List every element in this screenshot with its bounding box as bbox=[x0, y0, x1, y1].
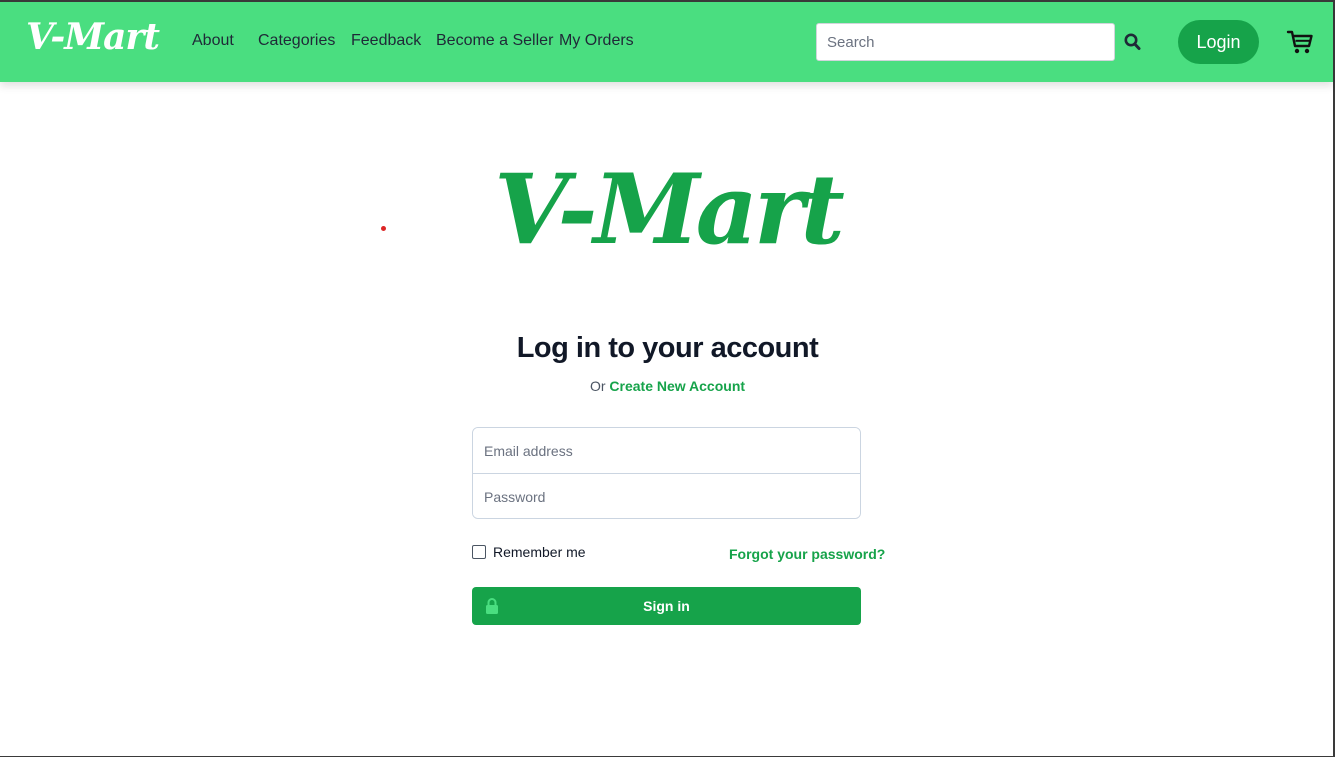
nav-link-feedback[interactable]: Feedback bbox=[351, 32, 421, 50]
page-title: Log in to your account bbox=[516, 332, 819, 364]
remember-me[interactable]: Remember me bbox=[472, 544, 586, 560]
sign-in-label: Sign in bbox=[643, 598, 690, 614]
create-account-link[interactable]: Create New Account bbox=[609, 378, 745, 394]
remember-label: Remember me bbox=[493, 544, 586, 560]
login-button[interactable]: Login bbox=[1178, 20, 1259, 64]
password-field[interactable] bbox=[473, 474, 860, 518]
nav-link-become-seller[interactable]: Become a Seller bbox=[436, 32, 553, 50]
search-icon bbox=[1124, 33, 1141, 50]
search-button[interactable] bbox=[1122, 30, 1144, 54]
email-field[interactable] bbox=[473, 428, 860, 473]
login-form bbox=[472, 427, 861, 519]
create-account-line: Or Create New Account bbox=[0, 378, 1335, 394]
or-text: Or bbox=[589, 378, 606, 394]
navbar: V-Mart About Categories Feedback Become … bbox=[0, 2, 1333, 82]
cursor-dot bbox=[381, 226, 386, 231]
nav-link-my-orders[interactable]: My Orders bbox=[559, 32, 634, 50]
hero-logo: V-Mart bbox=[494, 153, 845, 266]
nav-link-about[interactable]: About bbox=[192, 32, 234, 50]
search-input[interactable] bbox=[816, 23, 1115, 61]
remember-checkbox[interactable] bbox=[472, 545, 486, 559]
forgot-password-link[interactable]: Forgot your password? bbox=[729, 546, 885, 562]
brand-logo[interactable]: V-Mart bbox=[26, 16, 160, 58]
sign-in-button[interactable]: Sign in bbox=[472, 587, 861, 625]
cart-button[interactable] bbox=[1286, 28, 1314, 56]
nav-link-categories[interactable]: Categories bbox=[258, 32, 335, 50]
cart-icon bbox=[1286, 30, 1313, 54]
